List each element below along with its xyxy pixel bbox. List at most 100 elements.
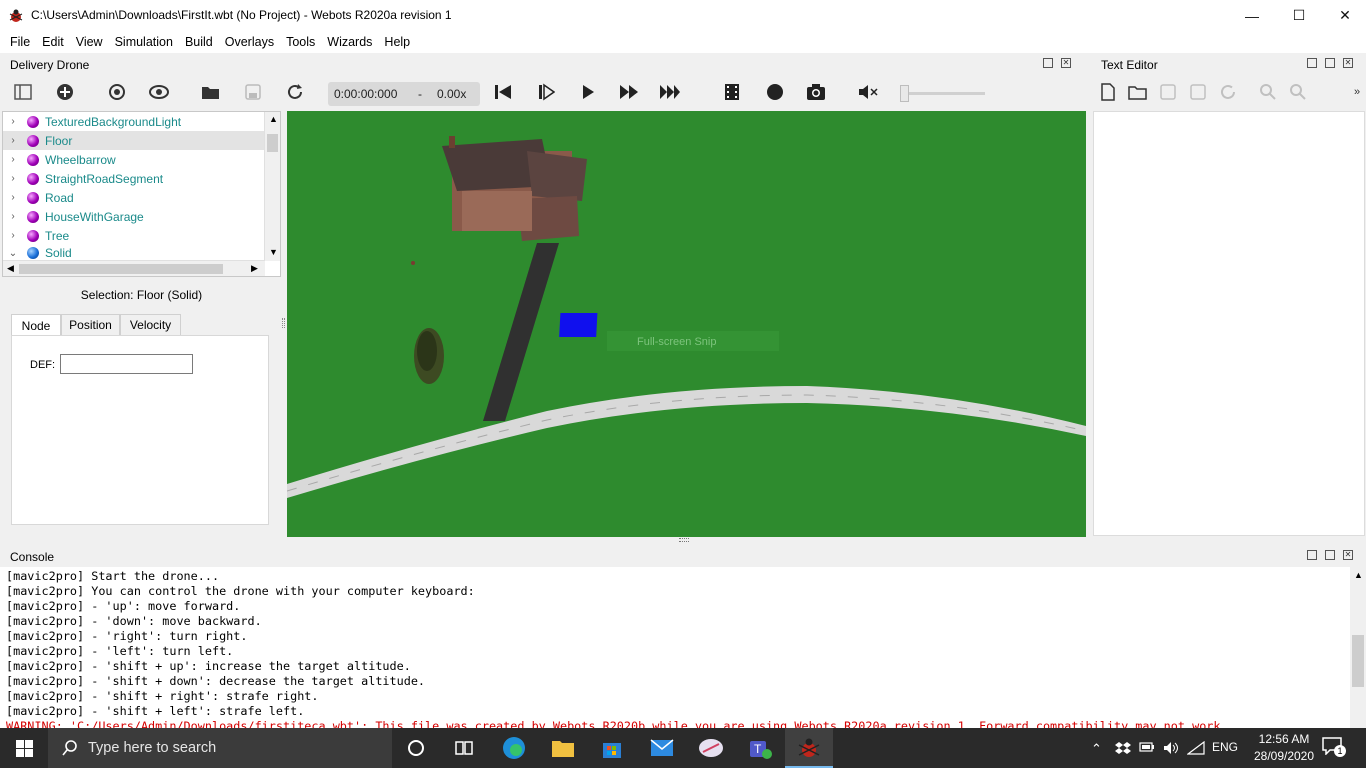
console-vertical-scrollbar[interactable]: ▲ [1350,567,1366,728]
replace-button[interactable] [1287,82,1309,102]
edge-button[interactable] [500,734,528,762]
language-indicator[interactable]: ENG [1212,740,1238,754]
collapse-arrow-icon[interactable]: ⌄ [3,248,23,259]
tree-vscroll-thumb[interactable] [267,134,278,152]
volume-slider-handle[interactable] [900,85,909,102]
tab-node[interactable]: Node [11,314,61,336]
menu-view[interactable]: View [70,31,109,53]
console-float-button[interactable] [1325,550,1335,560]
volume-icon[interactable] [1163,741,1179,758]
tree-item-solid[interactable]: ⌄ Solid [3,245,265,261]
reset-simulation-button[interactable] [492,82,514,102]
taskbar-search[interactable]: Type here to search [48,728,392,768]
expand-arrow-icon[interactable]: › [3,154,23,165]
open-file-button[interactable] [1127,82,1149,102]
find-button[interactable] [1257,82,1279,102]
tree-item-texturedbackgroundlight[interactable]: › TexturedBackgroundLight [3,112,265,131]
run-fastest-button[interactable] [659,82,681,102]
volume-slider[interactable] [900,85,985,102]
tree-item-tree[interactable]: › Tree [3,226,265,245]
more-tools-button[interactable]: » [1350,82,1364,102]
expand-arrow-icon[interactable]: › [3,173,23,184]
store-button[interactable] [598,734,626,762]
tab-position[interactable]: Position [61,314,120,336]
expand-arrow-icon[interactable]: › [3,192,23,203]
tree-item-road[interactable]: › Road [3,188,265,207]
tree-item-wheelbarrow[interactable]: › Wheelbarrow [3,150,265,169]
dropbox-icon[interactable] [1115,741,1131,758]
expand-arrow-icon[interactable]: › [3,135,23,146]
snip-sketch-button[interactable] [697,734,725,762]
mail-button[interactable] [648,734,676,762]
clock[interactable]: 12:56 AM 28/09/2020 [1251,731,1317,765]
console-minimize-button[interactable] [1307,550,1317,560]
reset-view-button[interactable] [106,82,128,102]
tree-hscroll-thumb[interactable] [19,264,223,274]
revert-file-button[interactable] [1217,82,1239,102]
new-file-button[interactable] [1097,82,1119,102]
expand-arrow-icon[interactable]: › [3,211,23,222]
3d-viewport[interactable]: Full-screen Snip [287,111,1086,537]
scroll-right-icon[interactable]: ▶ [251,263,258,274]
te-minimize-button[interactable] [1307,58,1317,68]
notification-center-button[interactable]: 1 [1322,737,1346,759]
record-animation-button[interactable] [764,82,786,102]
console-output[interactable]: [mavic2pro] Start the drone... [mavic2pr… [0,567,1366,728]
teams-button[interactable]: T [746,734,774,762]
scroll-left-icon[interactable]: ◀ [7,263,14,274]
console-close-button[interactable]: ✕ [1343,550,1353,560]
file-explorer-button[interactable] [549,734,577,762]
tree-item-floor[interactable]: › Floor [3,131,265,150]
menu-tools[interactable]: Tools [280,31,321,53]
minimize-button[interactable]: — [1229,0,1275,31]
menu-help[interactable]: Help [378,31,416,53]
open-world-button[interactable] [200,82,222,102]
console-vscroll-thumb[interactable] [1352,635,1364,687]
scroll-down-icon[interactable]: ▼ [269,247,278,257]
expand-arrow-icon[interactable]: › [3,116,23,127]
record-movie-button[interactable] [721,82,743,102]
menu-file[interactable]: File [4,31,36,53]
mute-button[interactable] [857,82,879,102]
save-all-button[interactable] [1187,82,1209,102]
run-realtime-button[interactable] [577,82,599,102]
task-view-button[interactable] [450,734,478,762]
te-close-button[interactable]: ✕ [1343,58,1353,68]
battery-icon[interactable] [1139,741,1155,756]
reload-world-button[interactable] [284,82,306,102]
close-button[interactable]: ✕ [1322,0,1366,31]
step-button[interactable] [535,82,557,102]
screenshot-button[interactable] [805,82,827,102]
save-file-button[interactable] [1157,82,1179,102]
te-float-button[interactable] [1325,58,1335,68]
scroll-up-icon[interactable]: ▲ [269,114,278,124]
menu-edit[interactable]: Edit [36,31,70,53]
console-splitter-handle[interactable] [679,538,689,542]
menu-wizards[interactable]: Wizards [321,31,378,53]
menu-build[interactable]: Build [179,31,219,53]
network-icon[interactable] [1186,740,1205,758]
tree-item-housewithgarage[interactable]: › HouseWithGarage [3,207,265,226]
expand-arrow-icon[interactable]: › [3,230,23,241]
tree-item-straightroadsegment[interactable]: › StraightRoadSegment [3,169,265,188]
menu-overlays[interactable]: Overlays [219,31,280,53]
def-input[interactable] [60,354,193,374]
toggle-tree-button[interactable] [12,82,34,102]
scroll-up-icon[interactable]: ▲ [1354,570,1363,580]
float-view-button[interactable] [1043,58,1053,68]
show-hidden-icons-button[interactable]: ⌃ [1091,741,1102,757]
webots-taskbar-button[interactable] [785,728,833,768]
tab-velocity[interactable]: Velocity [120,314,181,336]
splitter-handle[interactable] [282,318,285,328]
tree-vertical-scrollbar[interactable]: ▲ ▼ [264,112,280,261]
view-button[interactable] [148,82,170,102]
start-button[interactable] [0,728,48,768]
close-view-button[interactable]: ✕ [1061,58,1071,68]
save-world-button[interactable] [242,82,264,102]
add-node-button[interactable] [54,82,76,102]
tree-horizontal-scrollbar[interactable]: ◀ ▶ [3,260,265,276]
text-editor-area[interactable] [1093,111,1365,536]
maximize-button[interactable]: ☐ [1276,0,1322,31]
run-fast-button[interactable] [618,82,640,102]
menu-simulation[interactable]: Simulation [109,31,179,53]
